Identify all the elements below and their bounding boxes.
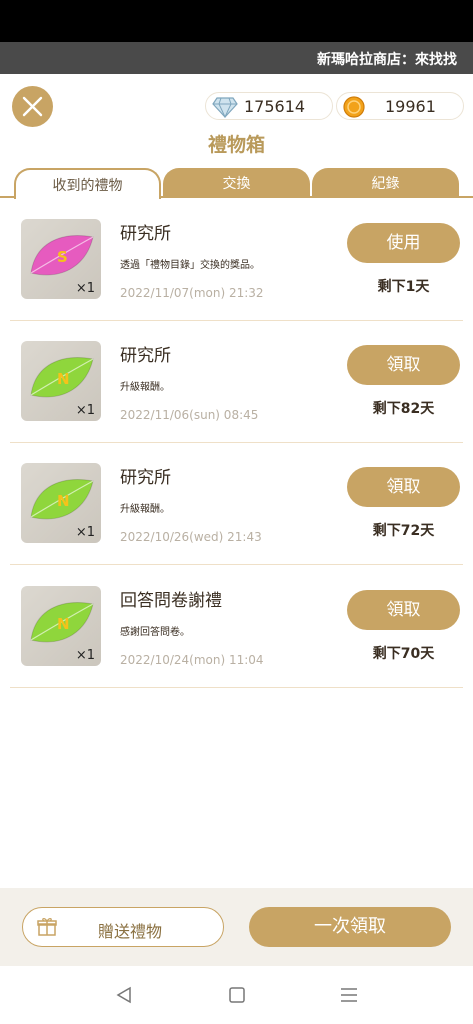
use-button[interactable]: 使用 [347,223,460,263]
remaining-days: 剩下1天 [377,279,430,295]
announcement-text: 新瑪哈拉商店：來找找 [317,52,457,68]
tab-history[interactable]: 紀錄 [312,168,459,198]
gift-name: 回答問卷謝禮 [120,591,222,611]
svg-text:S: S [57,248,68,266]
claim-button[interactable]: 領取 [347,467,460,507]
claim-button[interactable]: 領取 [347,345,460,385]
footer-bar: 贈送禮物 一次領取 [0,888,473,966]
leaf-icon: N [30,602,94,643]
gift-row: N ×1 研究所升級報酬。 2022/10/26(wed) 21:43 領取剩下72天 [10,443,463,565]
gift-row: N ×1 回答問卷謝禮感謝回答問卷。 2022/10/24(mon) 11:04 領取剩… [10,566,463,688]
claim-all-button[interactable]: 一次領取 [249,907,451,947]
back-nav-icon[interactable] [115,986,133,1004]
gift-description: 升級報酬。 [120,504,170,515]
gift-quantity: ×1 [75,525,95,540]
remaining-days: 剩下72天 [372,523,435,539]
system-nav-bar [0,966,473,1024]
gift-row: S ×1 研究所透過「禮物目錄」交換的獎品。 2022/11/07(mon) 21:3… [10,199,463,321]
leaf-icon: N [30,357,94,398]
gift-row: N ×1 研究所升級報酬。 2022/11/06(sun) 08:45 領取剩下82天 [10,321,463,443]
gift-icon [37,918,57,936]
diamond-icon [212,97,238,118]
home-nav-icon[interactable] [228,986,246,1004]
coin-icon [343,96,365,118]
tab-received-gifts[interactable]: 收到的禮物 [14,168,161,199]
gift-date: 2022/10/26(wed) 21:43 [120,530,262,544]
gift-thumbnail: N ×1 [21,463,101,543]
coin-balance: 19961 [336,92,464,120]
gem-balance: 175614 [205,92,333,120]
svg-text:N: N [57,370,70,388]
gift-description: 升級報酬。 [120,382,170,393]
svg-text:N: N [57,615,70,633]
send-gift-button[interactable]: 贈送禮物 [22,907,224,947]
gift-quantity: ×1 [75,403,95,418]
send-gift-label: 贈送禮物 [98,922,163,941]
claim-button[interactable]: 領取 [347,590,460,630]
remaining-days: 剩下82天 [372,401,435,417]
coin-count: 19961 [385,97,436,116]
close-button[interactable] [12,86,53,127]
page-title: 禮物箱 [207,134,265,156]
leaf-icon: N [30,479,94,520]
gift-description: 感謝回答問卷。 [120,627,190,638]
gift-thumbnail: S ×1 [21,219,101,299]
gift-name: 研究所 [120,346,171,366]
remaining-days: 剩下70天 [372,646,435,662]
gift-name: 研究所 [120,224,171,244]
status-bar [0,0,473,42]
gem-count: 175614 [244,97,306,116]
gift-name: 研究所 [120,468,171,488]
gift-thumbnail: N ×1 [21,341,101,421]
gift-quantity: ×1 [75,648,95,663]
leaf-icon: S [30,235,94,276]
recents-nav-icon[interactable] [340,986,358,1004]
close-icon [22,96,43,117]
svg-text:N: N [57,492,70,510]
announcement-banner[interactable]: 新瑪哈拉商店：來找找 [0,42,473,74]
gift-date: 2022/10/24(mon) 11:04 [120,653,264,667]
gift-date: 2022/11/06(sun) 08:45 [120,408,259,422]
gift-date: 2022/11/07(mon) 21:32 [120,286,264,300]
gift-quantity: ×1 [75,281,95,296]
tab-exchange[interactable]: 交換 [163,168,310,198]
gift-thumbnail: N ×1 [21,586,101,666]
gift-description: 透過「禮物目錄」交換的獎品。 [120,260,260,271]
